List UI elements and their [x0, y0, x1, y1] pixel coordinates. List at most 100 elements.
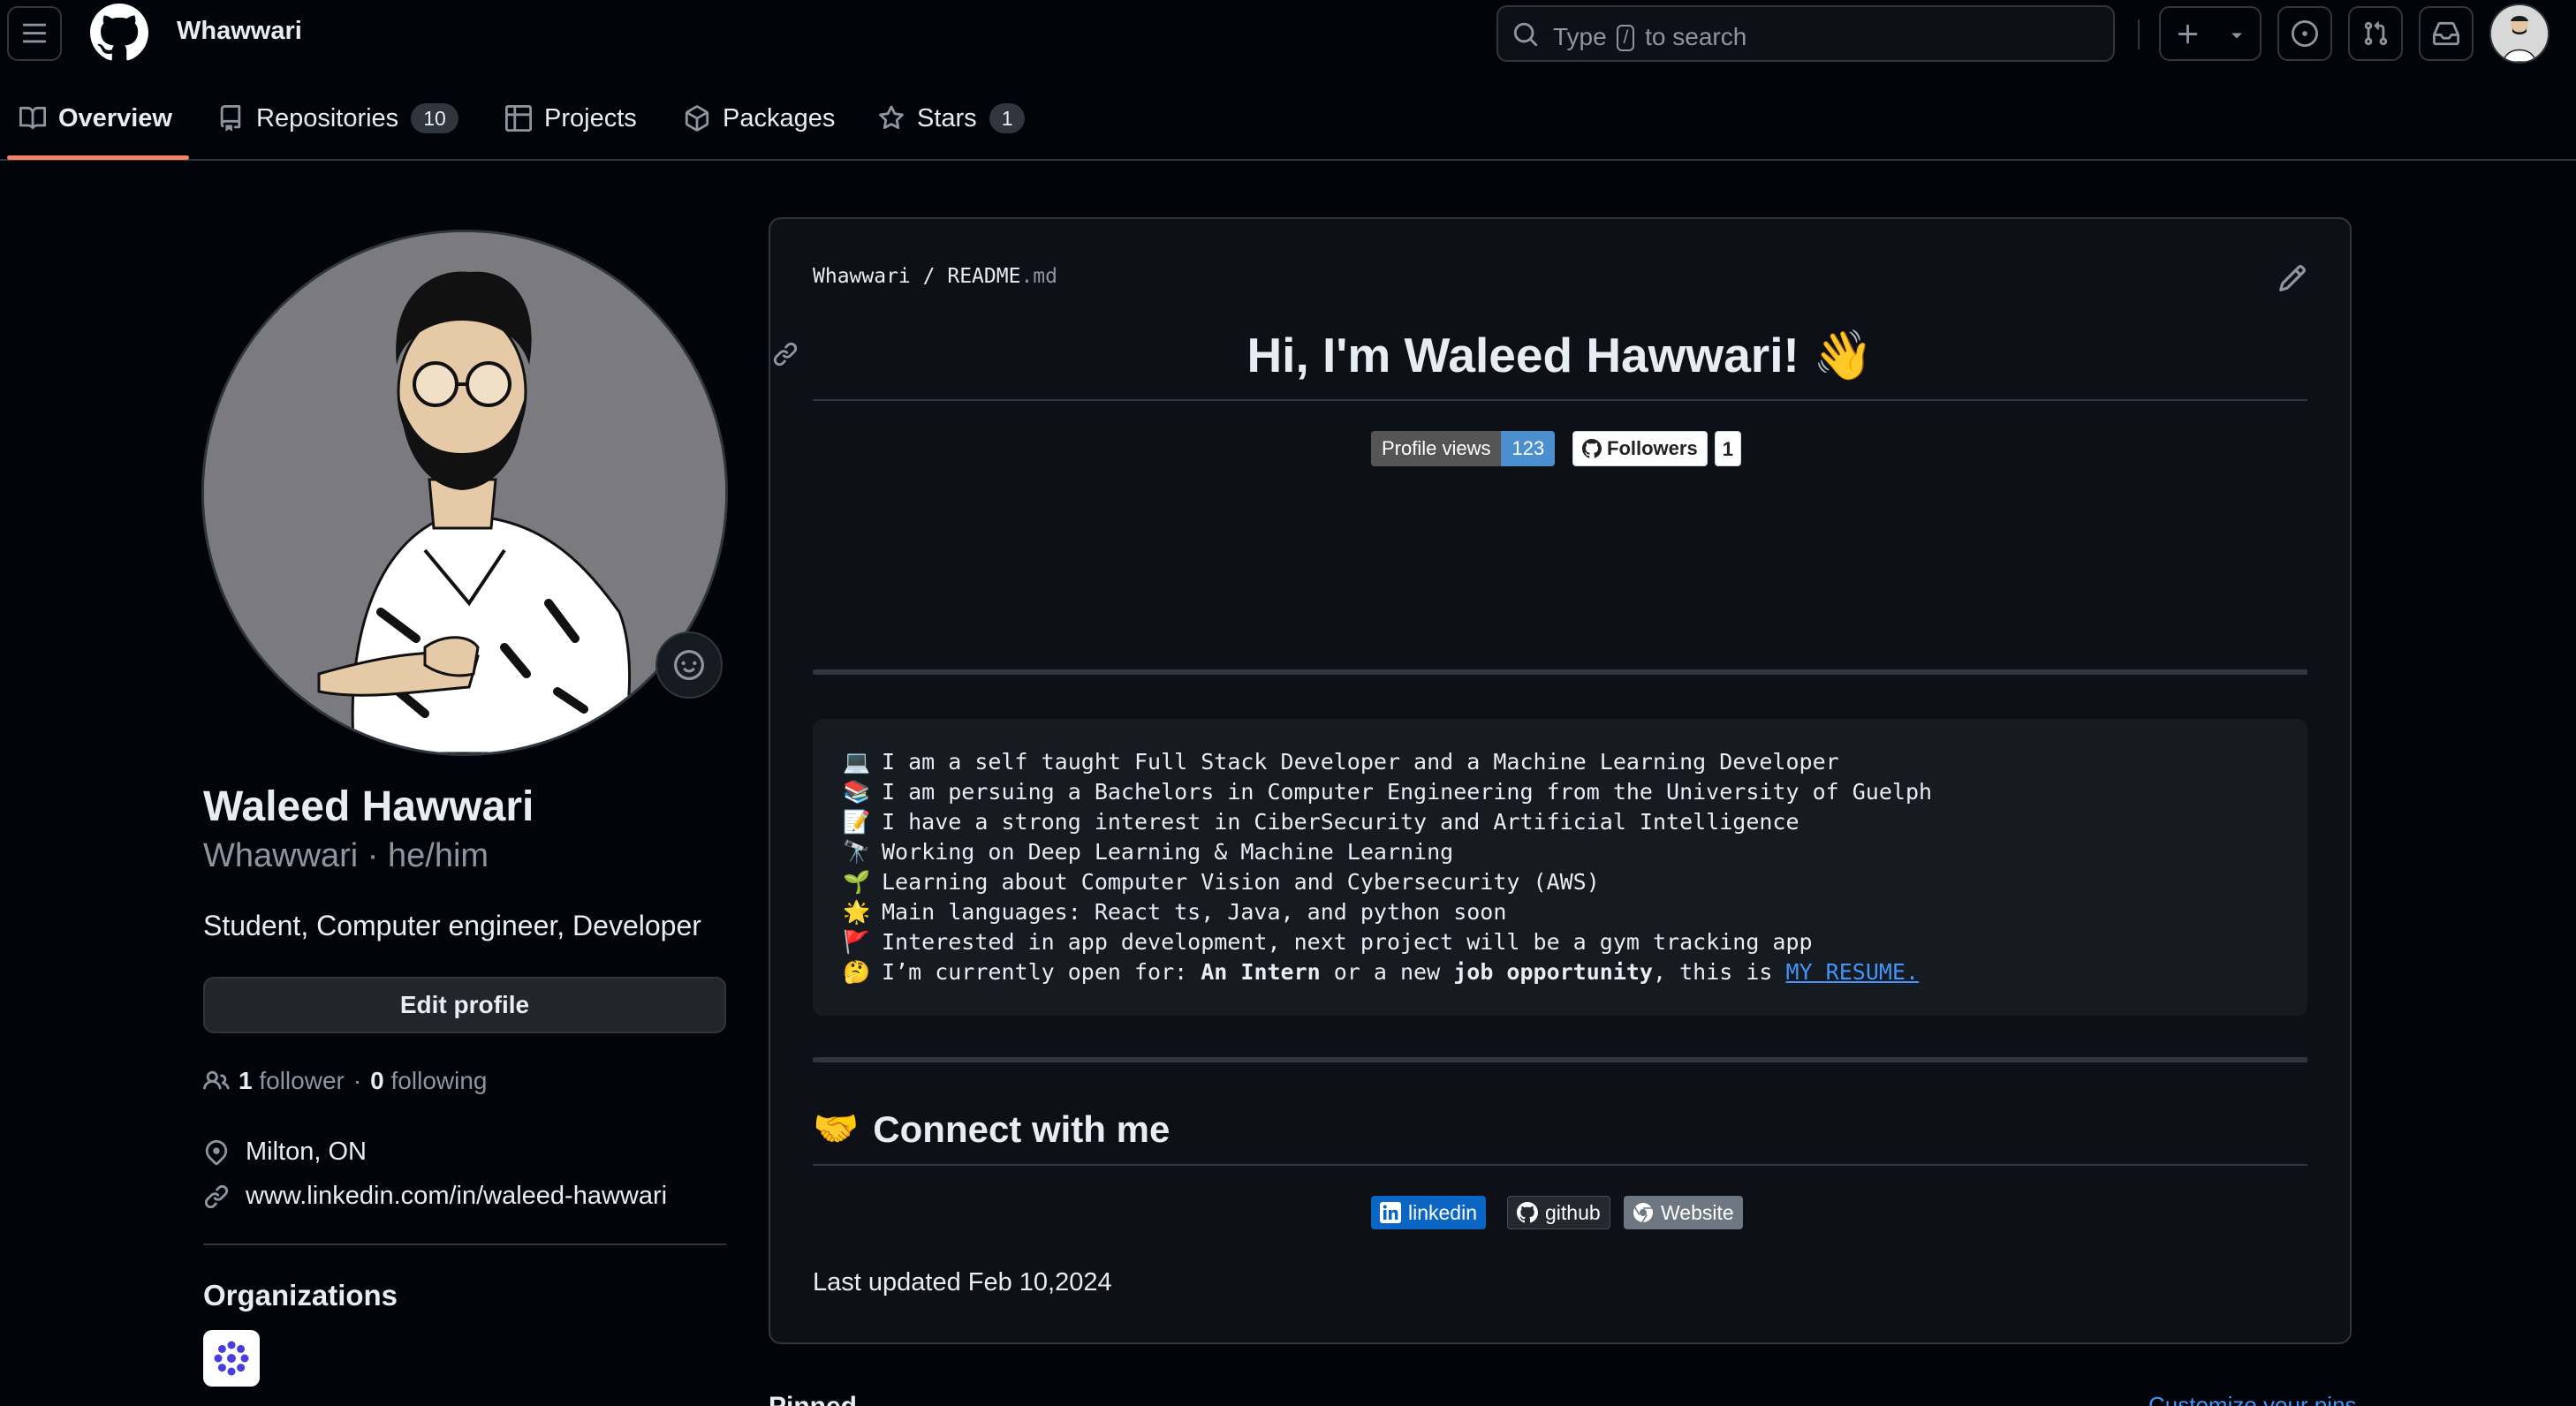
followers-label: follower: [259, 1067, 345, 1094]
readme-path[interactable]: Whawwari / README.md: [813, 265, 1057, 288]
about-line: 📚 I am persuing a Bachelors in Computer E…: [843, 777, 1932, 807]
pull-request-icon: [2364, 21, 2388, 46]
github-small-icon: [1582, 439, 1602, 458]
followers-badge-count: 1: [1714, 431, 1741, 466]
customize-pins-link[interactable]: Customize your pins: [2148, 1392, 2357, 1406]
book-icon: [19, 106, 46, 130]
profile-bio: Student, Computer engineer, Developer: [203, 910, 701, 941]
inbox-button[interactable]: [2419, 6, 2474, 61]
smiley-icon: [674, 650, 704, 680]
github-logo-icon[interactable]: [90, 4, 148, 62]
resume-link[interactable]: MY RESUME.: [1786, 959, 1920, 985]
line-text: Interested in app development, next proj…: [882, 929, 1813, 955]
linkedin-icon: [1380, 1202, 1401, 1223]
line-text: Learning about Computer Vision and Cyber…: [882, 869, 1600, 895]
readme-path-ext: .md: [1020, 265, 1057, 288]
line-emoji: 💻: [843, 749, 871, 775]
open-for-mid: or a new: [1320, 959, 1454, 985]
link-icon: [204, 1184, 229, 1208]
create-new-button[interactable]: [2159, 6, 2262, 61]
user-avatar[interactable]: [2489, 4, 2549, 64]
open-for-job: job opportunity: [1453, 959, 1653, 985]
tab-overview-label: Overview: [58, 103, 172, 132]
search-icon: [1513, 22, 1538, 47]
organization-logo-icon: [214, 1341, 249, 1376]
follow-stats: 1 follower · 0 following: [203, 1067, 487, 1095]
profile-views-label: Profile views: [1371, 431, 1502, 466]
line-text: I am a self taught Full Stack Developer …: [882, 749, 1839, 775]
following-label: following: [390, 1067, 488, 1094]
open-for-intern: An Intern: [1201, 959, 1321, 985]
chevron-down-icon: [2231, 33, 2242, 39]
github-badge-icon: [1517, 1202, 1538, 1223]
menu-icon: [22, 23, 47, 43]
pencil-icon[interactable]: [2277, 263, 2307, 293]
repositories-count: 10: [411, 103, 458, 133]
tab-stars[interactable]: Stars 1: [878, 95, 1026, 141]
connect-heading-rule: [813, 1164, 2307, 1166]
search-suffix: to search: [1645, 23, 1747, 50]
tab-packages[interactable]: Packages: [684, 95, 835, 141]
menu-button[interactable]: [7, 6, 62, 61]
anchor-link-icon[interactable]: [772, 341, 799, 367]
pinned-heading: Pinned: [769, 1392, 857, 1406]
section-divider-2: [813, 1057, 2307, 1062]
pull-requests-button[interactable]: [2348, 6, 2403, 61]
about-line-open-for: 🤔 I’m currently open for: An Intern or a …: [843, 957, 1919, 987]
github-badge-label: github: [1545, 1200, 1601, 1224]
set-status-button[interactable]: [655, 631, 723, 699]
tab-packages-label: Packages: [723, 103, 836, 132]
tab-projects[interactable]: Projects: [505, 95, 637, 141]
readme-heading: Hi, I'm Waleed Hawwari! 👋: [1246, 328, 1874, 382]
line-text: I have a strong interest in CiberSecurit…: [882, 809, 1799, 835]
profile-avatar[interactable]: [201, 230, 728, 756]
inbox-icon: [2433, 21, 2459, 46]
readme-path-sep: /: [922, 265, 936, 288]
chrome-icon: [1633, 1203, 1653, 1223]
profile-full-name: Waleed Hawwari: [203, 783, 534, 830]
open-for-prefix: I’m currently open for:: [882, 959, 1201, 985]
line-text: Main languages: React ts, Java, and pyth…: [882, 899, 1507, 925]
issue-icon: [2292, 20, 2318, 47]
organization-avatar[interactable]: [203, 1330, 260, 1387]
linkedin-badge[interactable]: linkedin: [1371, 1196, 1486, 1229]
line-emoji: 📝: [843, 809, 871, 835]
tab-repositories-label: Repositories: [256, 103, 399, 132]
star-icon: [879, 105, 904, 130]
following-link[interactable]: 0 following: [370, 1067, 487, 1095]
location-icon: [205, 1139, 228, 1165]
context-owner-name[interactable]: Whawwari: [177, 17, 302, 46]
profile-views-badge[interactable]: Profile views 123: [1371, 431, 1556, 466]
heading-rule: [813, 399, 2307, 401]
organizations-heading: Organizations: [203, 1279, 398, 1312]
edit-profile-button[interactable]: Edit profile: [203, 977, 726, 1033]
profile-website[interactable]: www.linkedin.com/in/waleed-hawwari: [203, 1182, 667, 1211]
section-divider-1: [813, 669, 2307, 675]
website-badge-label: Website: [1661, 1200, 1734, 1224]
repo-icon: [220, 105, 241, 132]
followers-link[interactable]: 1 follower: [239, 1067, 345, 1095]
line-text: I am persuing a Bachelors in Computer En…: [882, 779, 1933, 805]
followers-badge[interactable]: Followers 1: [1572, 431, 1741, 466]
line-emoji: 📚: [843, 779, 871, 805]
handshake-icon: 🤝: [813, 1107, 860, 1149]
profile-location: Milton, ON: [203, 1138, 367, 1167]
issues-button[interactable]: [2277, 6, 2332, 61]
search-shortcut-key: /: [1617, 25, 1635, 51]
followers-count: 1: [239, 1067, 253, 1094]
search-prefix: Type: [1553, 23, 1607, 50]
tab-stars-label: Stars: [917, 103, 977, 132]
line-emoji: 🔭: [843, 839, 871, 865]
website-badge[interactable]: Website: [1624, 1196, 1743, 1229]
github-badge[interactable]: github: [1507, 1196, 1610, 1229]
about-line: 🌱 Learning about Computer Vision and Cybe…: [843, 867, 1600, 897]
tab-repositories[interactable]: Repositories 10: [217, 95, 458, 141]
user-avatar-image: [2491, 5, 2548, 62]
website-link[interactable]: www.linkedin.com/in/waleed-hawwari: [246, 1182, 667, 1211]
search-placeholder: Type / to search: [1553, 23, 1746, 51]
about-line: 🌟 Main languages: React ts, Java, and pyt…: [843, 897, 1506, 927]
package-icon: [685, 105, 709, 132]
search-input[interactable]: Type / to search: [1496, 5, 2115, 62]
tab-overview[interactable]: Overview: [19, 95, 172, 141]
connect-heading: 🤝 Connect with me: [813, 1107, 1170, 1151]
